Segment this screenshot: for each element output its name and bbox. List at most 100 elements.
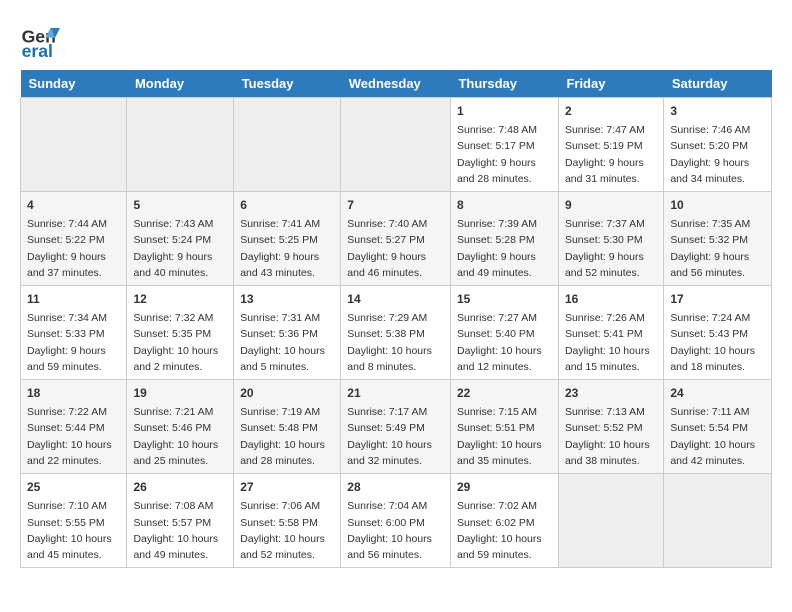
day-info: Sunrise: 7:04 AMSunset: 6:00 PMDaylight:… <box>347 498 444 563</box>
logo-icon: Gen eral <box>20 20 60 60</box>
day-info: Sunrise: 7:32 AMSunset: 5:35 PMDaylight:… <box>133 310 227 375</box>
day-number: 19 <box>133 384 227 402</box>
day-info: Sunrise: 7:02 AMSunset: 6:02 PMDaylight:… <box>457 498 552 563</box>
header-sunday: Sunday <box>21 70 127 98</box>
day-number: 13 <box>240 290 334 308</box>
day-info: Sunrise: 7:47 AMSunset: 5:19 PMDaylight:… <box>565 122 657 187</box>
day-info: Sunrise: 7:22 AMSunset: 5:44 PMDaylight:… <box>27 404 120 469</box>
header-friday: Friday <box>558 70 663 98</box>
day-info: Sunrise: 7:29 AMSunset: 5:38 PMDaylight:… <box>347 310 444 375</box>
calendar-cell: 11Sunrise: 7:34 AMSunset: 5:33 PMDayligh… <box>21 286 127 380</box>
day-info: Sunrise: 7:40 AMSunset: 5:27 PMDaylight:… <box>347 216 444 281</box>
header-tuesday: Tuesday <box>234 70 341 98</box>
week-row-4: 25Sunrise: 7:10 AMSunset: 5:55 PMDayligh… <box>21 474 772 568</box>
day-number: 7 <box>347 196 444 214</box>
calendar-cell <box>21 98 127 192</box>
day-info: Sunrise: 7:43 AMSunset: 5:24 PMDaylight:… <box>133 216 227 281</box>
week-row-3: 18 Sunrise: 7:22 AMSunset: 5:44 PMDayligh… <box>21 380 772 474</box>
day-number: 2 <box>565 102 657 120</box>
calendar-cell: 4 Sunrise: 7:44 AMSunset: 5:22 PMDaylight… <box>21 192 127 286</box>
day-number: 14 <box>347 290 444 308</box>
calendar-cell: 12 Sunrise: 7:32 AMSunset: 5:35 PMDayligh… <box>127 286 234 380</box>
day-number: 3 <box>670 102 765 120</box>
day-info: Sunrise: 7:13 AMSunset: 5:52 PMDaylight:… <box>565 404 657 469</box>
page-header: Gen eral <box>20 20 772 60</box>
day-number: 6 <box>240 196 334 214</box>
day-info: Sunrise: 7:21 AMSunset: 5:46 PMDaylight:… <box>133 404 227 469</box>
day-number: 21 <box>347 384 444 402</box>
calendar-cell: 27 Sunrise: 7:06 AMSunset: 5:58 PMDayligh… <box>234 474 341 568</box>
calendar-body: 1 Sunrise: 7:48 AMSunset: 5:17 PMDaylight… <box>21 98 772 568</box>
calendar-cell: 6 Sunrise: 7:41 AMSunset: 5:25 PMDaylight… <box>234 192 341 286</box>
day-number: 12 <box>133 290 227 308</box>
day-info: Sunrise: 7:35 AMSunset: 5:32 PMDaylight:… <box>670 216 765 281</box>
day-info: Sunrise: 7:17 AMSunset: 5:49 PMDaylight:… <box>347 404 444 469</box>
day-info: Sunrise: 7:15 AMSunset: 5:51 PMDaylight:… <box>457 404 552 469</box>
calendar-cell: 15 Sunrise: 7:27 AMSunset: 5:40 PMDayligh… <box>450 286 558 380</box>
calendar-cell: 17Sunrise: 7:24 AMSunset: 5:43 PMDayligh… <box>664 286 772 380</box>
week-row-0: 1 Sunrise: 7:48 AMSunset: 5:17 PMDaylight… <box>21 98 772 192</box>
day-number: 18 <box>27 384 120 402</box>
calendar-cell: 20Sunrise: 7:19 AMSunset: 5:48 PMDayligh… <box>234 380 341 474</box>
calendar-cell: 14 Sunrise: 7:29 AMSunset: 5:38 PMDayligh… <box>341 286 451 380</box>
day-info: Sunrise: 7:46 AMSunset: 5:20 PMDaylight:… <box>670 122 765 187</box>
day-number: 27 <box>240 478 334 496</box>
calendar-cell: 9 Sunrise: 7:37 AMSunset: 5:30 PMDaylight… <box>558 192 663 286</box>
day-info: Sunrise: 7:48 AMSunset: 5:17 PMDaylight:… <box>457 122 552 187</box>
calendar-cell: 5 Sunrise: 7:43 AMSunset: 5:24 PMDaylight… <box>127 192 234 286</box>
calendar-cell: 3 Sunrise: 7:46 AMSunset: 5:20 PMDaylight… <box>664 98 772 192</box>
day-number: 16 <box>565 290 657 308</box>
day-number: 10 <box>670 196 765 214</box>
calendar-cell <box>558 474 663 568</box>
day-number: 26 <box>133 478 227 496</box>
calendar-cell: 8Sunrise: 7:39 AMSunset: 5:28 PMDaylight… <box>450 192 558 286</box>
calendar-header: SundayMondayTuesdayWednesdayThursdayFrid… <box>21 70 772 98</box>
calendar-cell: 19 Sunrise: 7:21 AMSunset: 5:46 PMDayligh… <box>127 380 234 474</box>
day-info: Sunrise: 7:11 AMSunset: 5:54 PMDaylight:… <box>670 404 765 469</box>
day-number: 29 <box>457 478 552 496</box>
day-number: 22 <box>457 384 552 402</box>
week-row-2: 11Sunrise: 7:34 AMSunset: 5:33 PMDayligh… <box>21 286 772 380</box>
day-number: 9 <box>565 196 657 214</box>
calendar-table: SundayMondayTuesdayWednesdayThursdayFrid… <box>20 70 772 568</box>
calendar-cell <box>234 98 341 192</box>
calendar-cell: 16 Sunrise: 7:26 AMSunset: 5:41 PMDayligh… <box>558 286 663 380</box>
calendar-cell: 2 Sunrise: 7:47 AMSunset: 5:19 PMDaylight… <box>558 98 663 192</box>
day-number: 15 <box>457 290 552 308</box>
calendar-cell: 21 Sunrise: 7:17 AMSunset: 5:49 PMDayligh… <box>341 380 451 474</box>
calendar-cell: 22 Sunrise: 7:15 AMSunset: 5:51 PMDayligh… <box>450 380 558 474</box>
calendar-cell: 29 Sunrise: 7:02 AMSunset: 6:02 PMDayligh… <box>450 474 558 568</box>
day-info: Sunrise: 7:24 AMSunset: 5:43 PMDaylight:… <box>670 310 765 375</box>
calendar-cell: 1 Sunrise: 7:48 AMSunset: 5:17 PMDaylight… <box>450 98 558 192</box>
calendar-cell: 24 Sunrise: 7:11 AMSunset: 5:54 PMDayligh… <box>664 380 772 474</box>
day-number: 24 <box>670 384 765 402</box>
calendar-cell: 28Sunrise: 7:04 AMSunset: 6:00 PMDayligh… <box>341 474 451 568</box>
day-info: Sunrise: 7:27 AMSunset: 5:40 PMDaylight:… <box>457 310 552 375</box>
day-info: Sunrise: 7:31 AMSunset: 5:36 PMDaylight:… <box>240 310 334 375</box>
calendar-cell <box>664 474 772 568</box>
day-number: 4 <box>27 196 120 214</box>
day-number: 5 <box>133 196 227 214</box>
calendar-cell: 18 Sunrise: 7:22 AMSunset: 5:44 PMDayligh… <box>21 380 127 474</box>
header-wednesday: Wednesday <box>341 70 451 98</box>
day-info: Sunrise: 7:44 AMSunset: 5:22 PMDaylight:… <box>27 216 120 281</box>
calendar-cell <box>341 98 451 192</box>
day-number: 1 <box>457 102 552 120</box>
day-info: Sunrise: 7:06 AMSunset: 5:58 PMDaylight:… <box>240 498 334 563</box>
calendar-cell: 26 Sunrise: 7:08 AMSunset: 5:57 PMDayligh… <box>127 474 234 568</box>
day-info: Sunrise: 7:37 AMSunset: 5:30 PMDaylight:… <box>565 216 657 281</box>
day-number: 11 <box>27 290 120 308</box>
day-info: Sunrise: 7:08 AMSunset: 5:57 PMDaylight:… <box>133 498 227 563</box>
header-row: SundayMondayTuesdayWednesdayThursdayFrid… <box>21 70 772 98</box>
calendar-cell: 13 Sunrise: 7:31 AMSunset: 5:36 PMDayligh… <box>234 286 341 380</box>
header-saturday: Saturday <box>664 70 772 98</box>
day-info: Sunrise: 7:10 AMSunset: 5:55 PMDaylight:… <box>27 498 120 563</box>
calendar-cell: 25Sunrise: 7:10 AMSunset: 5:55 PMDayligh… <box>21 474 127 568</box>
day-info: Sunrise: 7:19 AMSunset: 5:48 PMDaylight:… <box>240 404 334 469</box>
week-row-1: 4 Sunrise: 7:44 AMSunset: 5:22 PMDaylight… <box>21 192 772 286</box>
day-info: Sunrise: 7:26 AMSunset: 5:41 PMDaylight:… <box>565 310 657 375</box>
calendar-cell: 10 Sunrise: 7:35 AMSunset: 5:32 PMDayligh… <box>664 192 772 286</box>
day-number: 8 <box>457 196 552 214</box>
day-info: Sunrise: 7:41 AMSunset: 5:25 PMDaylight:… <box>240 216 334 281</box>
day-number: 23 <box>565 384 657 402</box>
